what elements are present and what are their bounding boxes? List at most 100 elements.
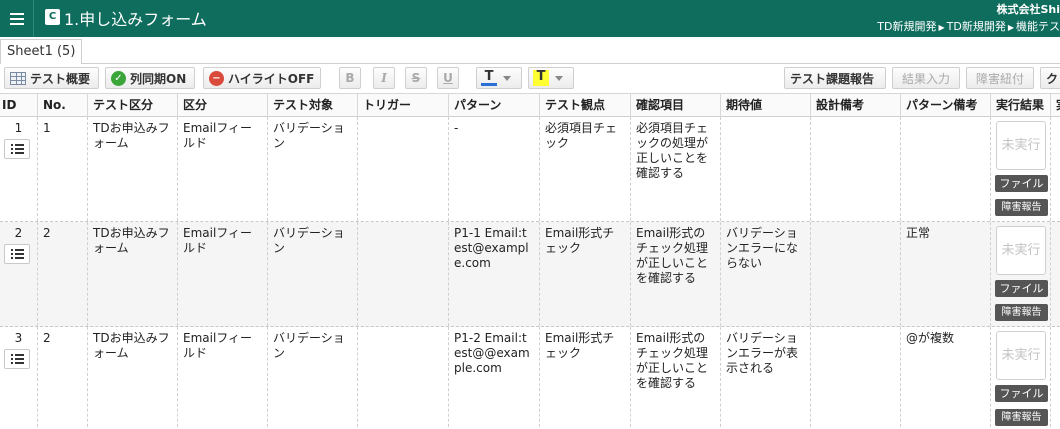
viewpoint-cell[interactable]: Email形式チェック [540,222,631,326]
tab-sheet1[interactable]: Sheet1 (5) [0,39,83,64]
test-category-cell[interactable]: TDお申込みフォーム [88,117,178,221]
company-name: 株式会社Shi [996,3,1060,16]
trigger-cell[interactable] [358,117,449,221]
breadcrumb-item[interactable]: TD新規開発 [947,20,1006,33]
expected-cell[interactable]: バリデーションエラーが表示される [721,327,811,429]
no-cell[interactable]: 1 [38,117,88,221]
column-sync-label: 列同期ON [130,71,187,86]
pattern-cell[interactable]: - [449,117,540,221]
exec-result-cell: 未実行 ファイル 障害報告 [991,117,1051,221]
file-button[interactable]: ファイル [995,280,1048,297]
category-cell[interactable]: Emailフィールド [178,222,268,326]
chevron-right-icon: ▶ [1007,23,1014,32]
bold-button[interactable]: B [339,67,361,89]
expected-cell[interactable]: バリデーションエラーにならない [721,222,811,326]
file-button[interactable]: ファイル [995,175,1048,192]
check-item-cell[interactable]: Email形式のチェック処理が正しいことを確認する [631,327,721,429]
table-row[interactable]: 1 1 TDお申込みフォーム Emailフィールド バリデーション - 必須項目… [0,117,1060,222]
overflow-cell [1051,327,1060,429]
pattern-cell[interactable]: P1-1 Email:test@example.com [449,222,540,326]
defect-link-button[interactable]: 障害紐付 [966,67,1034,89]
row-detail-button[interactable] [4,349,30,369]
chevron-down-icon [555,75,563,81]
row-id-cell: 1 [0,117,38,221]
design-note-cell[interactable] [811,222,901,326]
column-sync-button[interactable]: ✓ 列同期ON [105,67,195,89]
row-id: 1 [14,121,23,135]
row-id: 2 [14,226,23,240]
viewpoint-cell[interactable]: Email形式チェック [540,327,631,429]
strikethrough-button[interactable]: S [405,67,427,89]
target-cell[interactable]: バリデーション [268,117,358,221]
grid-header-row: ID No. テスト区分 区分 テスト対象 トリガー パターン テスト観点 確認… [0,94,1060,117]
highlight-toggle-button[interactable]: − ハイライトOFF [203,67,321,89]
column-header-id[interactable]: ID [0,94,38,117]
column-header-expected[interactable]: 期待値 [721,94,811,117]
breadcrumb-item[interactable]: 機能テス [1016,20,1060,33]
category-cell[interactable]: Emailフィールド [178,327,268,429]
design-note-cell[interactable] [811,327,901,429]
target-cell[interactable]: バリデーション [268,327,358,429]
row-detail-button[interactable] [4,244,30,264]
pattern-note-cell[interactable]: 正常 [901,222,991,326]
column-header-test-category[interactable]: テスト区分 [88,94,178,117]
sheet-tab-bar: Sheet1 (5) [0,37,1060,64]
trigger-cell[interactable] [358,327,449,429]
check-item-cell[interactable]: Email形式のチェック処理が正しいことを確認する [631,222,721,326]
grid-icon [10,71,26,85]
column-header-more[interactable]: 実 [1051,94,1060,117]
underline-button[interactable]: U [437,67,459,89]
exec-result-cell: 未実行 ファイル 障害報告 [991,327,1051,429]
column-header-exec-result[interactable]: 実行結果 [991,94,1051,117]
test-issue-report-button[interactable]: テスト課題報告 [784,67,886,89]
column-header-category[interactable]: 区分 [178,94,268,117]
hamburger-menu-button[interactable] [0,0,34,37]
exec-status-box[interactable]: 未実行 [996,331,1046,380]
target-cell[interactable]: バリデーション [268,222,358,326]
app-header: C 1.申し込みフォーム 株式会社Shi TD新規開発 ▶ TD新規開発 ▶ 機能テス [0,0,1060,37]
minus-icon: − [209,70,224,86]
column-header-no[interactable]: No. [38,94,88,117]
category-cell[interactable]: Emailフィールド [178,117,268,221]
no-cell[interactable]: 2 [38,327,88,429]
font-color-button[interactable]: T [476,67,522,89]
pattern-note-cell[interactable] [901,117,991,221]
pattern-cell[interactable]: P1-2 Email:test@@example.com [449,327,540,429]
check-item-cell[interactable]: 必須項目チェックの処理が正しいことを確認する [631,117,721,221]
file-button[interactable]: ファイル [995,385,1048,402]
breadcrumb-item[interactable]: TD新規開発 [877,20,936,33]
column-header-design-note[interactable]: 設計備考 [811,94,901,117]
row-id-cell: 3 [0,327,38,429]
background-color-button[interactable]: T [528,67,574,89]
hamburger-icon [9,12,24,25]
design-note-cell[interactable] [811,117,901,221]
table-row[interactable]: 2 2 TDお申込みフォーム Emailフィールド バリデーション P1-1 E… [0,222,1060,327]
column-header-check-item[interactable]: 確認項目 [631,94,721,117]
bug-report-button[interactable]: 障害報告 [995,409,1048,426]
toolbar: テスト概要 ✓ 列同期ON − ハイライトOFF B I S U T T テスト… [0,64,1060,94]
more-button[interactable]: ク [1040,67,1060,89]
test-category-cell[interactable]: TDお申込みフォーム [88,222,178,326]
column-header-pattern-note[interactable]: パターン備考 [901,94,991,117]
bug-report-button[interactable]: 障害報告 [995,304,1048,321]
column-header-viewpoint[interactable]: テスト観点 [540,94,631,117]
test-overview-button[interactable]: テスト概要 [4,67,99,89]
table-row[interactable]: 3 2 TDお申込みフォーム Emailフィールド バリデーション P1-2 E… [0,327,1060,429]
column-header-trigger[interactable]: トリガー [358,94,449,117]
column-header-pattern[interactable]: パターン [449,94,540,117]
italic-button[interactable]: I [373,67,395,89]
expected-cell[interactable] [721,117,811,221]
row-detail-button[interactable] [4,139,30,159]
column-header-target[interactable]: テスト対象 [268,94,358,117]
exec-status-box[interactable]: 未実行 [996,226,1046,275]
overflow-cell [1051,117,1060,221]
exec-status-box[interactable]: 未実行 [996,121,1046,170]
bug-report-button[interactable]: 障害報告 [995,199,1048,216]
chevron-right-icon: ▶ [938,23,945,32]
pattern-note-cell[interactable]: @が複数 [901,327,991,429]
trigger-cell[interactable] [358,222,449,326]
test-category-cell[interactable]: TDお申込みフォーム [88,327,178,429]
viewpoint-cell[interactable]: 必須項目チェック [540,117,631,221]
no-cell[interactable]: 2 [38,222,88,326]
result-input-button[interactable]: 結果入力 [892,67,960,89]
